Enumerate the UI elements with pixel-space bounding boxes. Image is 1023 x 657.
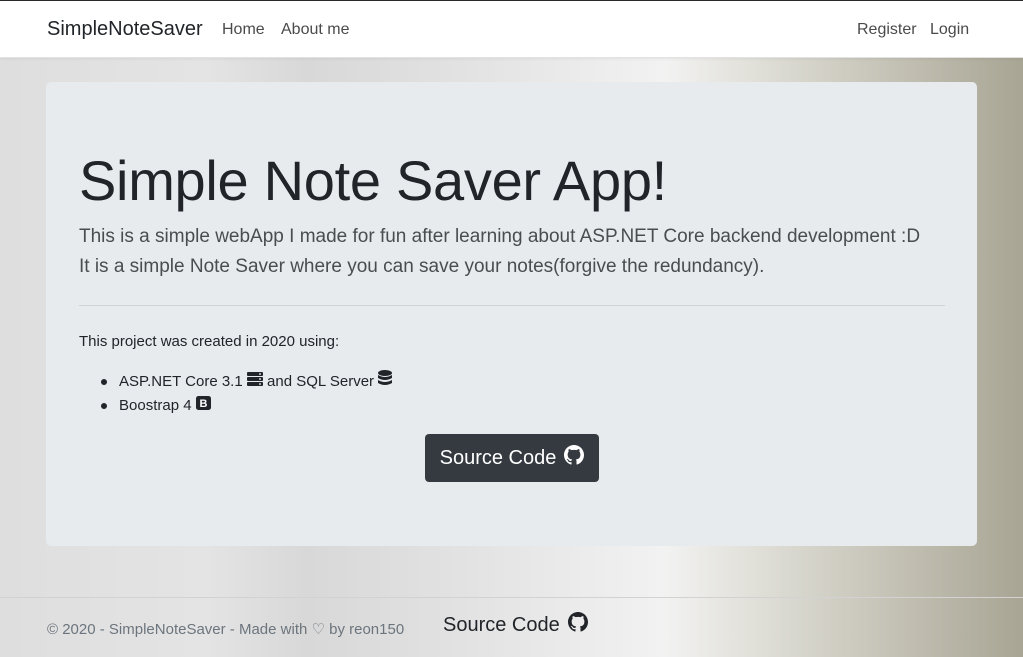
tech-list: ASP.NET Core 3.1 and SQL Server Boostrap…	[101, 370, 393, 418]
svg-text:B: B	[199, 398, 207, 410]
nav-link-about[interactable]: About me	[281, 21, 349, 39]
footer-source-code-link[interactable]: Source Code	[443, 612, 588, 638]
page-title: Simple Note Saver App!	[79, 149, 667, 212]
server-icon	[246, 370, 263, 394]
source-code-button[interactable]: Source Code	[425, 434, 599, 482]
github-icon	[564, 445, 585, 471]
lead-text-line2: It is a simple Note Saver where you can …	[79, 256, 765, 277]
github-icon	[567, 612, 588, 638]
database-icon	[378, 370, 393, 394]
nav-link-login[interactable]: Login	[930, 21, 969, 39]
nav-link-register[interactable]: Register	[857, 21, 917, 39]
list-item: Boostrap 4 B	[101, 394, 392, 418]
brand-link[interactable]: SimpleNoteSaver	[47, 18, 203, 41]
nav-link-home[interactable]: Home	[222, 21, 265, 39]
navbar: SimpleNoteSaver Home About me Register L…	[0, 1, 1023, 58]
intro-text: This project was created in 2020 using:	[79, 333, 340, 350]
list-item: ASP.NET Core 3.1 and SQL Server	[101, 370, 393, 394]
tech-item-sqlserver: and SQL Server	[267, 373, 375, 390]
bootstrap-icon: B	[195, 394, 211, 418]
source-code-button-label: Source Code	[439, 446, 557, 469]
footer-copyright: © 2020 - SimpleNoteSaver - Made with ♡ b…	[47, 621, 405, 638]
tech-item-aspnet: ASP.NET Core 3.1	[119, 373, 243, 390]
jumbotron: Simple Note Saver App! This is a simple …	[46, 82, 977, 546]
lead-text-line1: This is a simple webApp I made for fun a…	[79, 226, 921, 247]
footer-source-code-label: Source Code	[443, 613, 560, 636]
divider	[79, 305, 945, 306]
tech-item-bootstrap: Boostrap 4	[119, 397, 192, 414]
footer-divider	[0, 597, 1023, 598]
